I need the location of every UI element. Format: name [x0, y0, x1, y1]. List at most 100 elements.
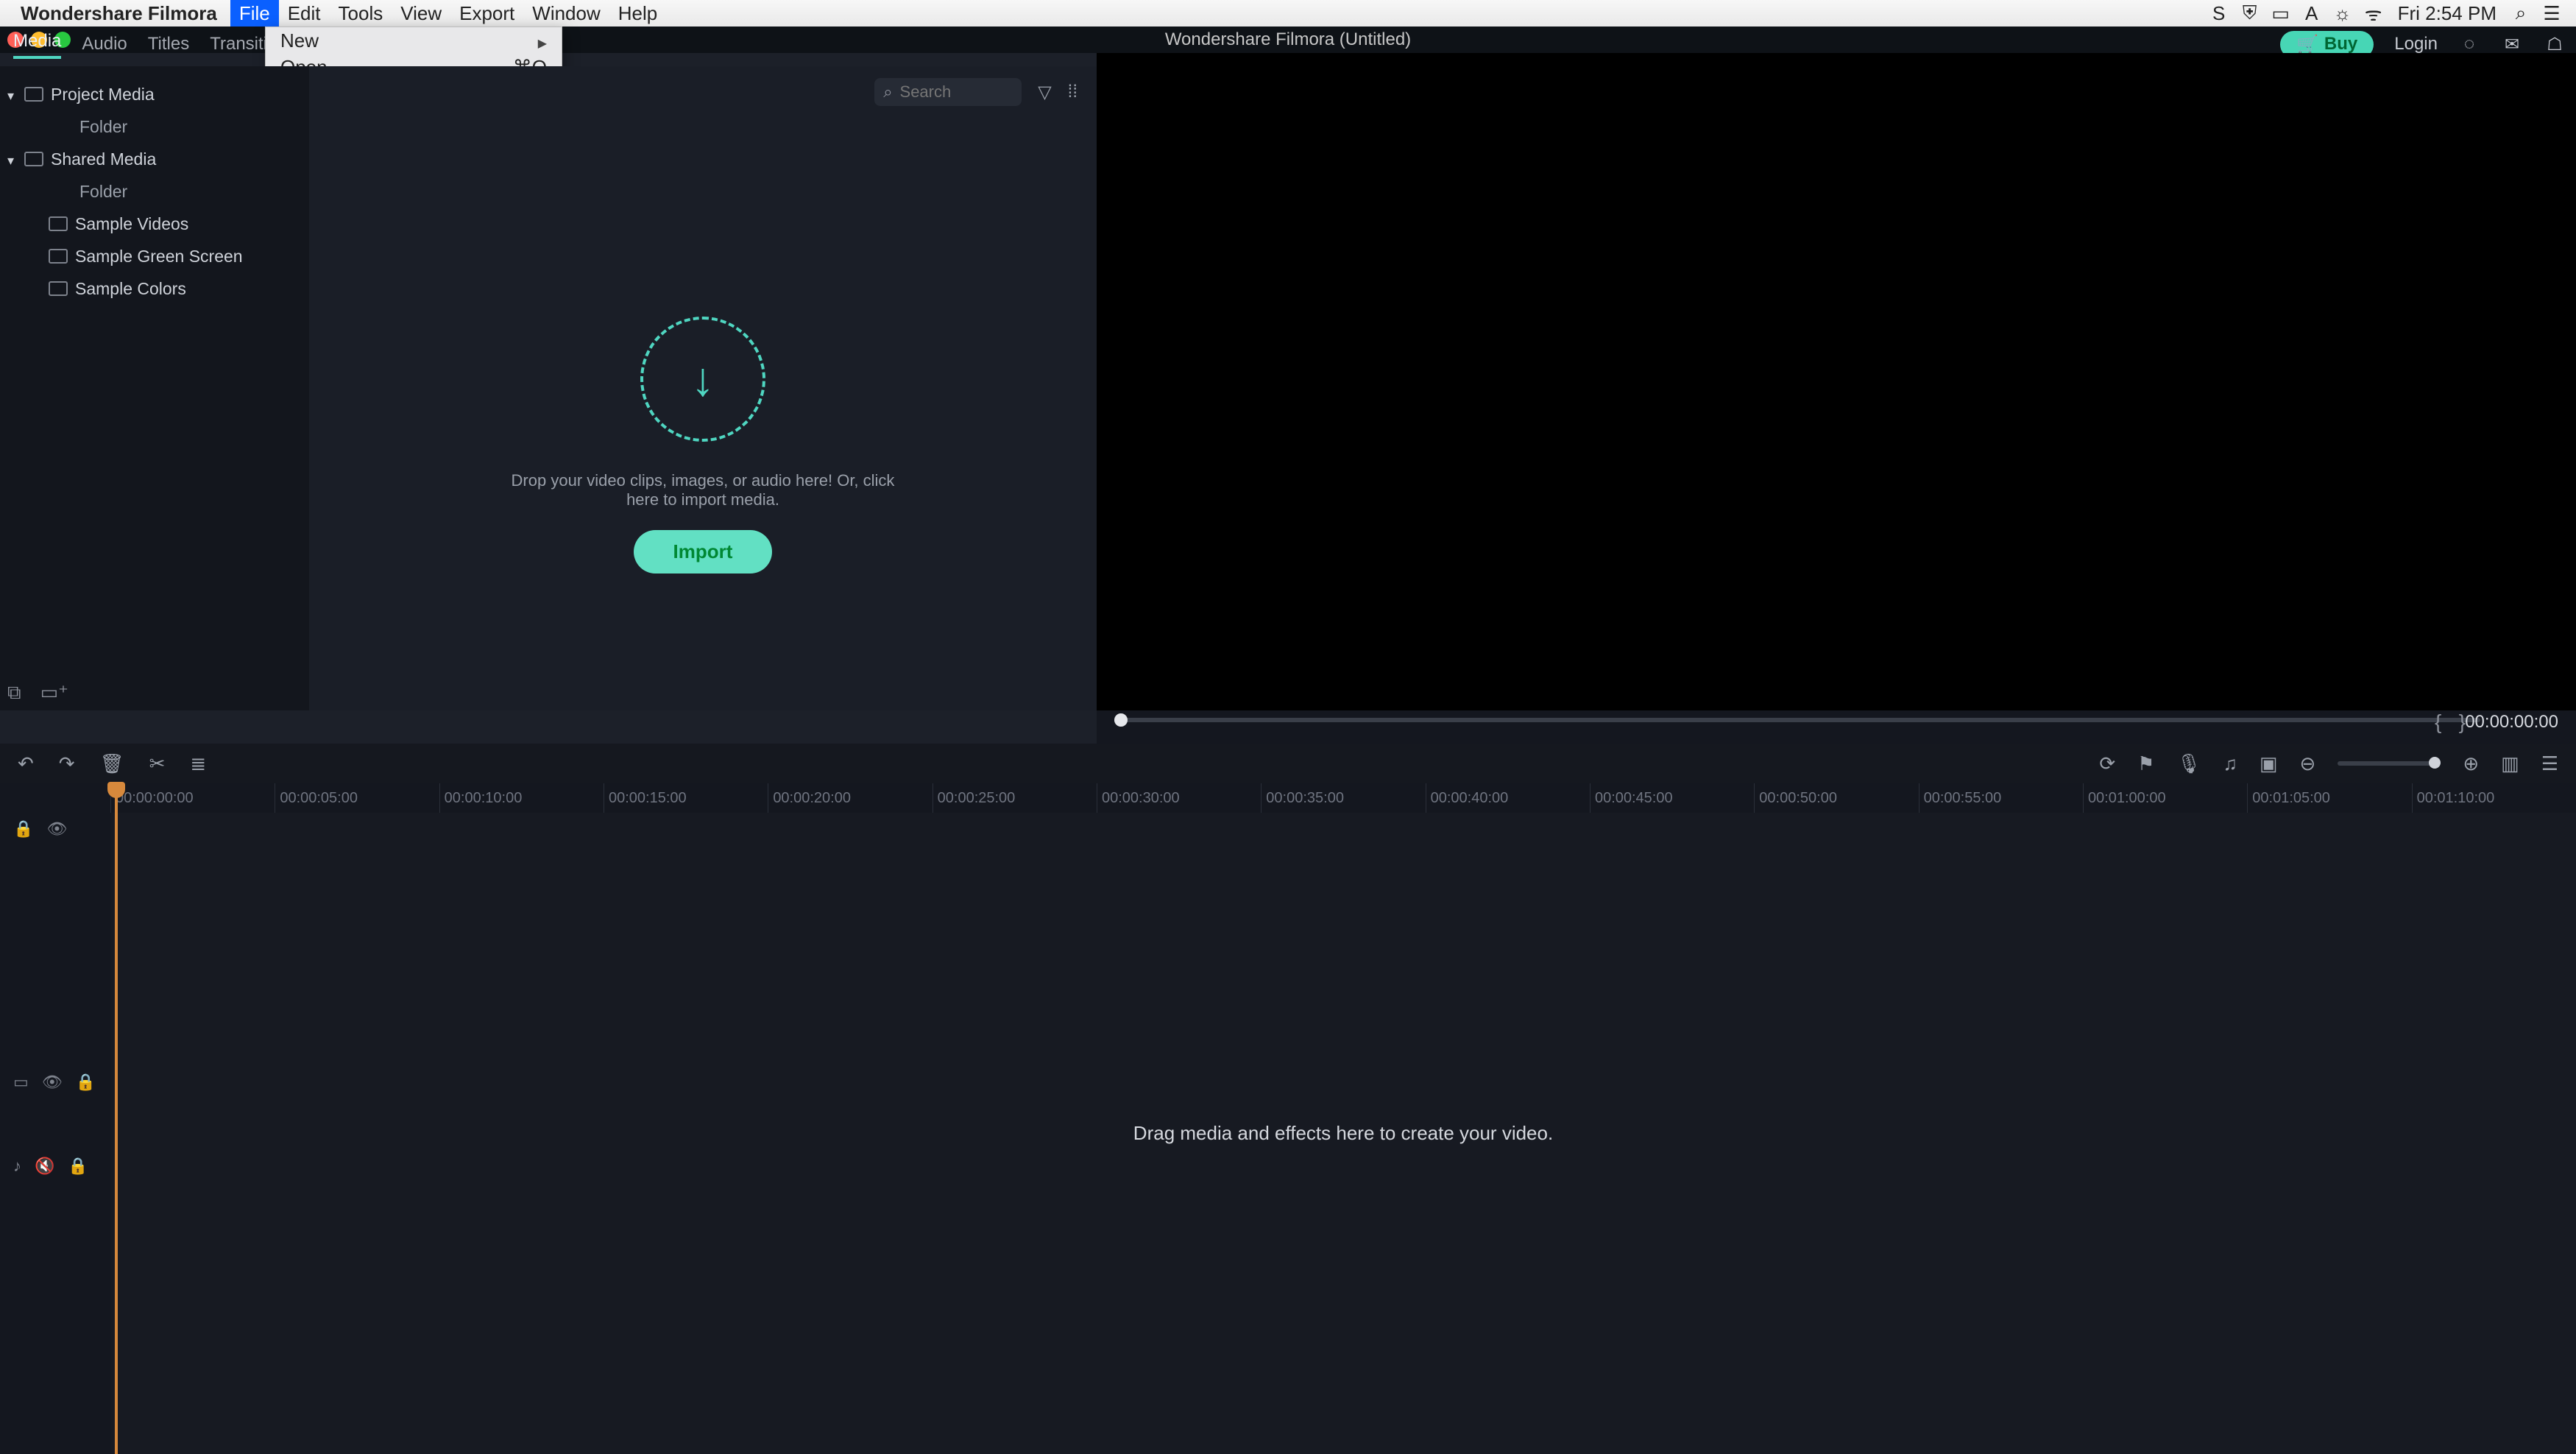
sidebar-folder-1[interactable]: Folder: [0, 110, 309, 143]
media-sidebar: Project Media Folder Shared Media Folder…: [0, 66, 309, 710]
buy-label: Buy: [2324, 34, 2357, 54]
timeline-empty-msg: Drag media and effects here to create yo…: [1133, 1122, 1553, 1145]
eye-icon[interactable]: 👁: [42, 1073, 63, 1092]
status-s-icon[interactable]: S: [2209, 2, 2229, 25]
timeline-tracks[interactable]: Drag media and effects here to create yo…: [110, 813, 2576, 1454]
menu-help[interactable]: Help: [609, 0, 666, 27]
tab-audio[interactable]: Audio: [82, 34, 127, 59]
media-pane: ⌕ ▽ ⁞⁞ ↓ Drop your video clips, images, …: [309, 66, 1097, 710]
playhead[interactable]: [115, 783, 118, 1454]
bell-icon[interactable]: ◌: [2458, 34, 2480, 54]
ruler-tick: 00:01:05:00: [2247, 783, 2411, 813]
lock-icon[interactable]: 🔒: [76, 1073, 96, 1092]
search-input[interactable]: ⌕: [874, 78, 1022, 106]
render-icon[interactable]: ⟳: [2099, 752, 2115, 775]
split-icon[interactable]: ✂: [149, 752, 166, 775]
scrub-knob[interactable]: [1114, 713, 1128, 727]
spotlight-icon[interactable]: ⌕: [2511, 1, 2530, 25]
mute-icon[interactable]: 🔇: [35, 1157, 54, 1176]
params-icon[interactable]: ≣: [190, 752, 206, 775]
sidebar-shared-media[interactable]: Shared Media: [0, 143, 309, 175]
ruler-tick: 00:00:25:00: [933, 783, 1097, 813]
tracks-icon[interactable]: ☰: [2541, 752, 2558, 775]
ruler-tick: 00:00:55:00: [1919, 783, 2083, 813]
track-header-video[interactable]: 🔒👁: [0, 813, 110, 845]
new-folder-icon[interactable]: ▭⁺: [40, 681, 68, 705]
tab-titles[interactable]: Titles: [148, 34, 189, 59]
login-button[interactable]: Login: [2394, 34, 2438, 54]
ruler-tick: 00:00:15:00: [604, 783, 768, 813]
menu-file[interactable]: File: [230, 0, 279, 27]
video-icon: ▭: [13, 1073, 29, 1092]
folder-icon: [49, 281, 68, 296]
redo-icon[interactable]: ↷: [59, 752, 75, 775]
ruler-tick: 00:01:10:00: [2412, 783, 2576, 813]
zoom-in-icon[interactable]: ⊕: [2463, 752, 2479, 775]
window-title: Wondershare Filmora (Untitled): [1165, 29, 1411, 50]
wifi-icon[interactable]: ᯤ: [2364, 0, 2383, 27]
folder-icon: [49, 249, 68, 264]
account-icon[interactable]: ☖: [2544, 34, 2566, 55]
ruler-tick: 00:00:35:00: [1261, 783, 1425, 813]
audio-icon: ♪: [13, 1157, 21, 1176]
sidebar-project-media[interactable]: Project Media: [0, 78, 309, 110]
menu-edit[interactable]: Edit: [279, 0, 330, 27]
shield-icon[interactable]: ⛨: [2240, 1, 2260, 25]
menu-new[interactable]: New: [266, 27, 562, 54]
timeline-toolbar: ↶ ↷ 🗑 ✂ ≣ ⟳ ⚑ 🎙 ♫ ▣ ⊖ ⊕ ▥ ☰: [0, 744, 2576, 783]
app-tab-bar: Media Audio Titles Transitions: [0, 27, 296, 59]
menu-tools[interactable]: Tools: [330, 0, 392, 27]
menu-view[interactable]: View: [392, 0, 450, 27]
track-header-audio[interactable]: ♪ 🔇 🔒: [0, 1150, 110, 1182]
lock-icon[interactable]: 🔒: [13, 819, 33, 839]
menu-export[interactable]: Export: [450, 0, 523, 27]
voice-icon[interactable]: 🎙: [2176, 752, 2201, 775]
display-icon[interactable]: ▭: [2271, 2, 2290, 25]
search-field[interactable]: [900, 82, 988, 102]
menu-window[interactable]: Window: [523, 0, 609, 27]
undo-icon[interactable]: ↶: [18, 752, 34, 775]
zoom-out-icon[interactable]: ⊖: [2300, 752, 2316, 775]
scrub-bar[interactable]: [1114, 718, 2480, 722]
mail-icon[interactable]: ✉: [2501, 34, 2523, 55]
ruler-tick: 00:01:00:00: [2083, 783, 2247, 813]
delete-icon[interactable]: 🗑: [100, 752, 124, 775]
lock-icon[interactable]: 🔒: [68, 1157, 88, 1176]
sidebar-sample-colors[interactable]: Sample Colors: [0, 272, 309, 305]
marker-icon[interactable]: ⚑: [2137, 752, 2154, 775]
timeline-ruler[interactable]: 00:00:00:0000:00:05:0000:00:10:0000:00:1…: [110, 783, 2576, 813]
preview-timecode: 00:00:00:00: [2465, 712, 2558, 733]
ruler-tick: 00:00:45:00: [1590, 783, 1754, 813]
add-folder-icon[interactable]: ⧉: [7, 681, 21, 705]
brightness-icon[interactable]: ☼: [2333, 2, 2352, 25]
tab-media[interactable]: Media: [13, 31, 61, 59]
ruler-tick: 00:00:40:00: [1426, 783, 1590, 813]
mark-in-out[interactable]: { }: [2435, 710, 2466, 734]
fit-icon[interactable]: ▥: [2501, 752, 2519, 775]
ruler-tick: 00:00:05:00: [275, 783, 439, 813]
import-button[interactable]: Import: [634, 530, 773, 574]
app-name: Wondershare Filmora: [21, 2, 217, 25]
zoom-knob[interactable]: [2429, 757, 2441, 769]
menubar-clock[interactable]: Fri 2:54 PM: [2398, 2, 2497, 25]
audio-mix-icon[interactable]: ♫: [2223, 752, 2237, 775]
sidebar-folder-2[interactable]: Folder: [0, 175, 309, 208]
drop-area[interactable]: ↓ Drop your video clips, images, or audi…: [497, 317, 909, 574]
grid-icon[interactable]: ⁞⁞: [1068, 82, 1078, 102]
folder-icon: [24, 87, 43, 102]
filter-icon: ▽: [1038, 82, 1051, 103]
track-header-main[interactable]: ▭ 👁 🔒: [0, 1066, 110, 1098]
sidebar-sample-videos[interactable]: Sample Videos: [0, 208, 309, 240]
eye-icon[interactable]: 👁: [46, 819, 67, 839]
a-icon[interactable]: A: [2302, 2, 2321, 25]
search-icon: ⌕: [883, 82, 892, 102]
crop-icon[interactable]: ▣: [2260, 752, 2278, 775]
cart-icon: 🛒: [2296, 34, 2318, 55]
zoom-slider[interactable]: [2338, 761, 2441, 766]
control-center-icon[interactable]: ☰: [2542, 2, 2561, 25]
download-icon: ↓: [640, 317, 765, 442]
sidebar-sample-green[interactable]: Sample Green Screen: [0, 240, 309, 272]
drop-text: Drop your video clips, images, or audio …: [497, 471, 909, 509]
macos-menubar: Wondershare Filmora File Edit Tools View…: [0, 0, 2576, 27]
ruler-tick: 00:00:00:00: [110, 783, 275, 813]
